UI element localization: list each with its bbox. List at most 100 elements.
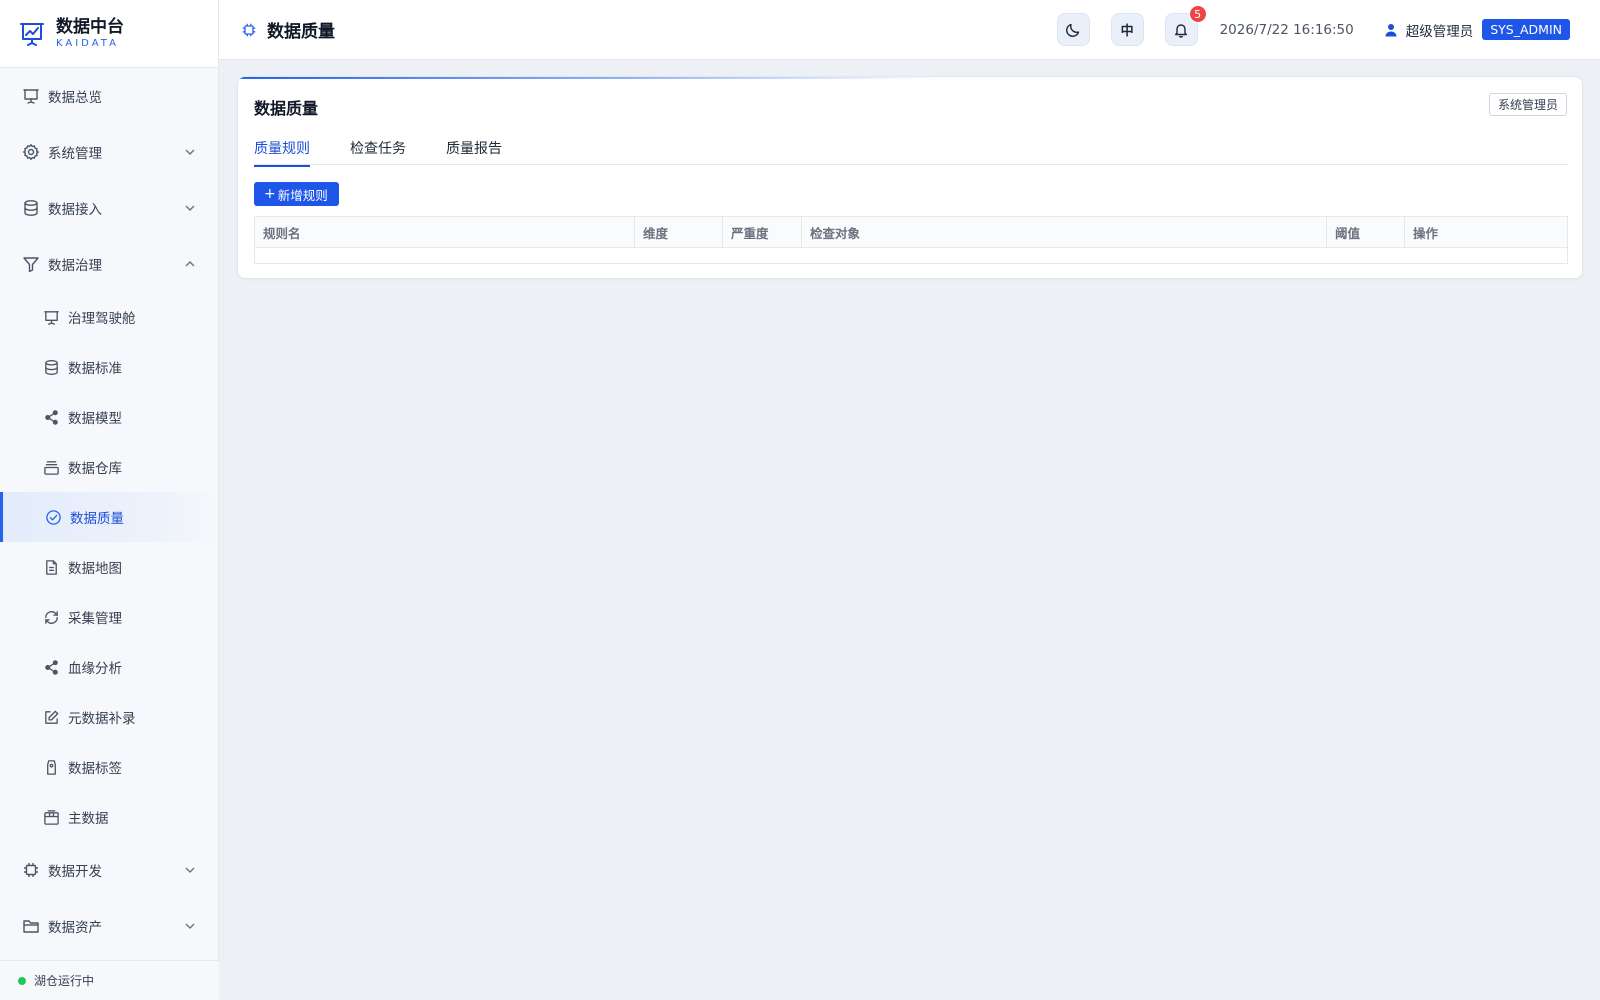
sidebar-item-label: 数据开发 (48, 864, 102, 880)
sidebar-item-label: 血缘分析 (68, 661, 122, 677)
sidebar-item-data-warehouse[interactable]: 数据仓库 (0, 442, 219, 492)
sidebar-item-label: 数据资产 (48, 920, 102, 936)
sidebar-item-label: 数据质量 (70, 511, 124, 527)
sidebar-item-label: 系统管理 (48, 146, 102, 162)
share-icon (45, 659, 58, 675)
column-header-threshold: 阈值 (1327, 217, 1405, 247)
table-header: 规则名 维度 严重度 检查对象 阈值 操作 (255, 217, 1567, 248)
check-circle-icon (46, 509, 61, 525)
folder-icon (23, 920, 39, 933)
sidebar-item-governance-cockpit[interactable]: 治理驾驶舱 (0, 292, 219, 342)
sidebar-item-system[interactable]: 系统管理 (0, 124, 219, 180)
sidebar-item-governance[interactable]: 数据治理 (0, 236, 219, 292)
user-name: 超级管理员 (1405, 23, 1474, 40)
sidebar: 数据中台 KAIDATA 数据总览 系统管理 数据接入 数据治理 治理驾驶舱 数… (0, 0, 219, 1000)
sidebar-item-label: 数据总览 (48, 90, 102, 106)
sidebar-item-development[interactable]: 数据开发 (0, 842, 219, 898)
sidebar-item-overview[interactable]: 数据总览 (0, 68, 219, 124)
sidebar-item-label: 数据接入 (48, 202, 102, 218)
presentation-icon (44, 310, 59, 325)
chevron-down-icon (185, 923, 195, 929)
chart-board-icon (20, 22, 44, 46)
filter-icon (23, 257, 39, 273)
top-header: 数据质量 中 5 2026/7/22 16:16:50 超级管理员 SYS_AD… (219, 0, 1600, 60)
quality-card: 数据质量 系统管理员 质量规则 检查任务 质量报告 + 新增规则 规则名 维度 … (237, 76, 1583, 279)
sidebar-item-label: 采集管理 (68, 611, 122, 627)
sidebar-item-data-model[interactable]: 数据模型 (0, 392, 219, 442)
role-tag: 系统管理员 (1488, 93, 1567, 116)
user-icon (1385, 23, 1397, 36)
sidebar-item-label: 数据标准 (68, 361, 122, 377)
sidebar-item-label: 数据标签 (68, 761, 122, 777)
sidebar-item-metadata-supplement[interactable]: 元数据补录 (0, 692, 219, 742)
sidebar-item-label: 主数据 (68, 811, 109, 827)
chevron-up-icon (185, 261, 195, 267)
column-header-dimension: 维度 (635, 217, 723, 247)
user-menu[interactable]: 超级管理员 SYS_ADMIN (1384, 19, 1570, 40)
sidebar-item-label: 数据地图 (68, 561, 122, 577)
chevron-down-icon (185, 867, 195, 873)
column-header-severity: 严重度 (723, 217, 802, 247)
sidebar-item-label: 元数据补录 (68, 711, 136, 727)
language-button[interactable]: 中 (1110, 13, 1144, 46)
sidebar-item-master-data[interactable]: 主数据 (0, 792, 219, 842)
page-title-text: 数据质量 (267, 22, 335, 42)
sidebar-item-collection[interactable]: 采集管理 (0, 592, 219, 642)
add-rule-button[interactable]: + 新增规则 (254, 182, 339, 206)
role-badge: SYS_ADMIN (1482, 19, 1570, 40)
plus-icon: + (264, 186, 276, 202)
sidebar-menu: 数据总览 系统管理 数据接入 数据治理 治理驾驶舱 数据标准 数据模型 数据仓库… (0, 68, 219, 954)
notifications-button[interactable]: 5 (1164, 5, 1207, 46)
tab-check-tasks[interactable]: 检查任务 (350, 135, 406, 165)
document-icon (46, 559, 57, 575)
moon-icon (1066, 23, 1080, 37)
card-accent-line (238, 77, 938, 79)
status-dot-icon (18, 976, 26, 985)
page-title: 数据质量 (241, 17, 335, 42)
brand-subtitle: KAIDATA (56, 38, 119, 49)
chip-icon (24, 863, 38, 877)
sidebar-item-label: 数据模型 (68, 411, 122, 427)
brand[interactable]: 数据中台 KAIDATA (0, 0, 218, 68)
sidebar-item-lineage[interactable]: 血缘分析 (0, 642, 219, 692)
table-body (255, 248, 1567, 263)
rules-table: 规则名 维度 严重度 检查对象 阈值 操作 (254, 216, 1568, 264)
chevron-down-icon (185, 149, 195, 155)
chevron-down-icon (185, 205, 195, 211)
edit-icon (45, 710, 59, 724)
warehouse-icon (44, 460, 59, 475)
package-icon (44, 809, 59, 825)
sidebar-item-data-standard[interactable]: 数据标准 (0, 342, 219, 392)
datetime-display: 2026/7/22 16:16:50 (1219, 21, 1354, 38)
bell-icon (1175, 23, 1188, 38)
column-header-check-target: 检查对象 (802, 217, 1327, 247)
brand-name: 数据中台 (56, 17, 124, 37)
presentation-icon (23, 89, 39, 104)
dark-mode-button[interactable] (1056, 13, 1090, 46)
tab-quality-reports[interactable]: 质量报告 (446, 135, 502, 165)
card-title: 数据质量 (254, 99, 319, 118)
column-header-rule-name: 规则名 (255, 217, 635, 247)
sidebar-item-ingest[interactable]: 数据接入 (0, 180, 219, 236)
column-header-actions: 操作 (1413, 225, 1439, 241)
database-icon (45, 359, 58, 375)
notification-badge: 5 (1188, 5, 1207, 23)
refresh-icon (45, 610, 58, 624)
sidebar-item-data-quality[interactable]: 数据质量 (0, 492, 219, 542)
database-icon (24, 200, 38, 216)
sidebar-item-label: 数据治理 (48, 258, 102, 274)
tab-quality-rules[interactable]: 质量规则 (254, 135, 310, 167)
tab-bar: 质量规则 检查任务 质量报告 (254, 135, 1568, 167)
sidebar-item-data-tags[interactable]: 数据标签 (0, 742, 219, 792)
chip-icon (242, 23, 256, 36)
share-icon (45, 409, 58, 425)
lakehouse-status: 湖仓运行中 (0, 960, 219, 1000)
sidebar-item-assets[interactable]: 数据资产 (0, 898, 219, 954)
sidebar-item-data-map[interactable]: 数据地图 (0, 542, 219, 592)
gear-icon (22, 143, 40, 161)
header-actions: 中 5 2026/7/22 16:16:50 超级管理员 SYS_ADMIN (1036, 5, 1600, 46)
status-text: 湖仓运行中 (34, 974, 95, 988)
tag-icon (47, 759, 56, 775)
sidebar-item-label: 治理驾驶舱 (68, 311, 136, 327)
sidebar-item-label: 数据仓库 (68, 461, 122, 477)
